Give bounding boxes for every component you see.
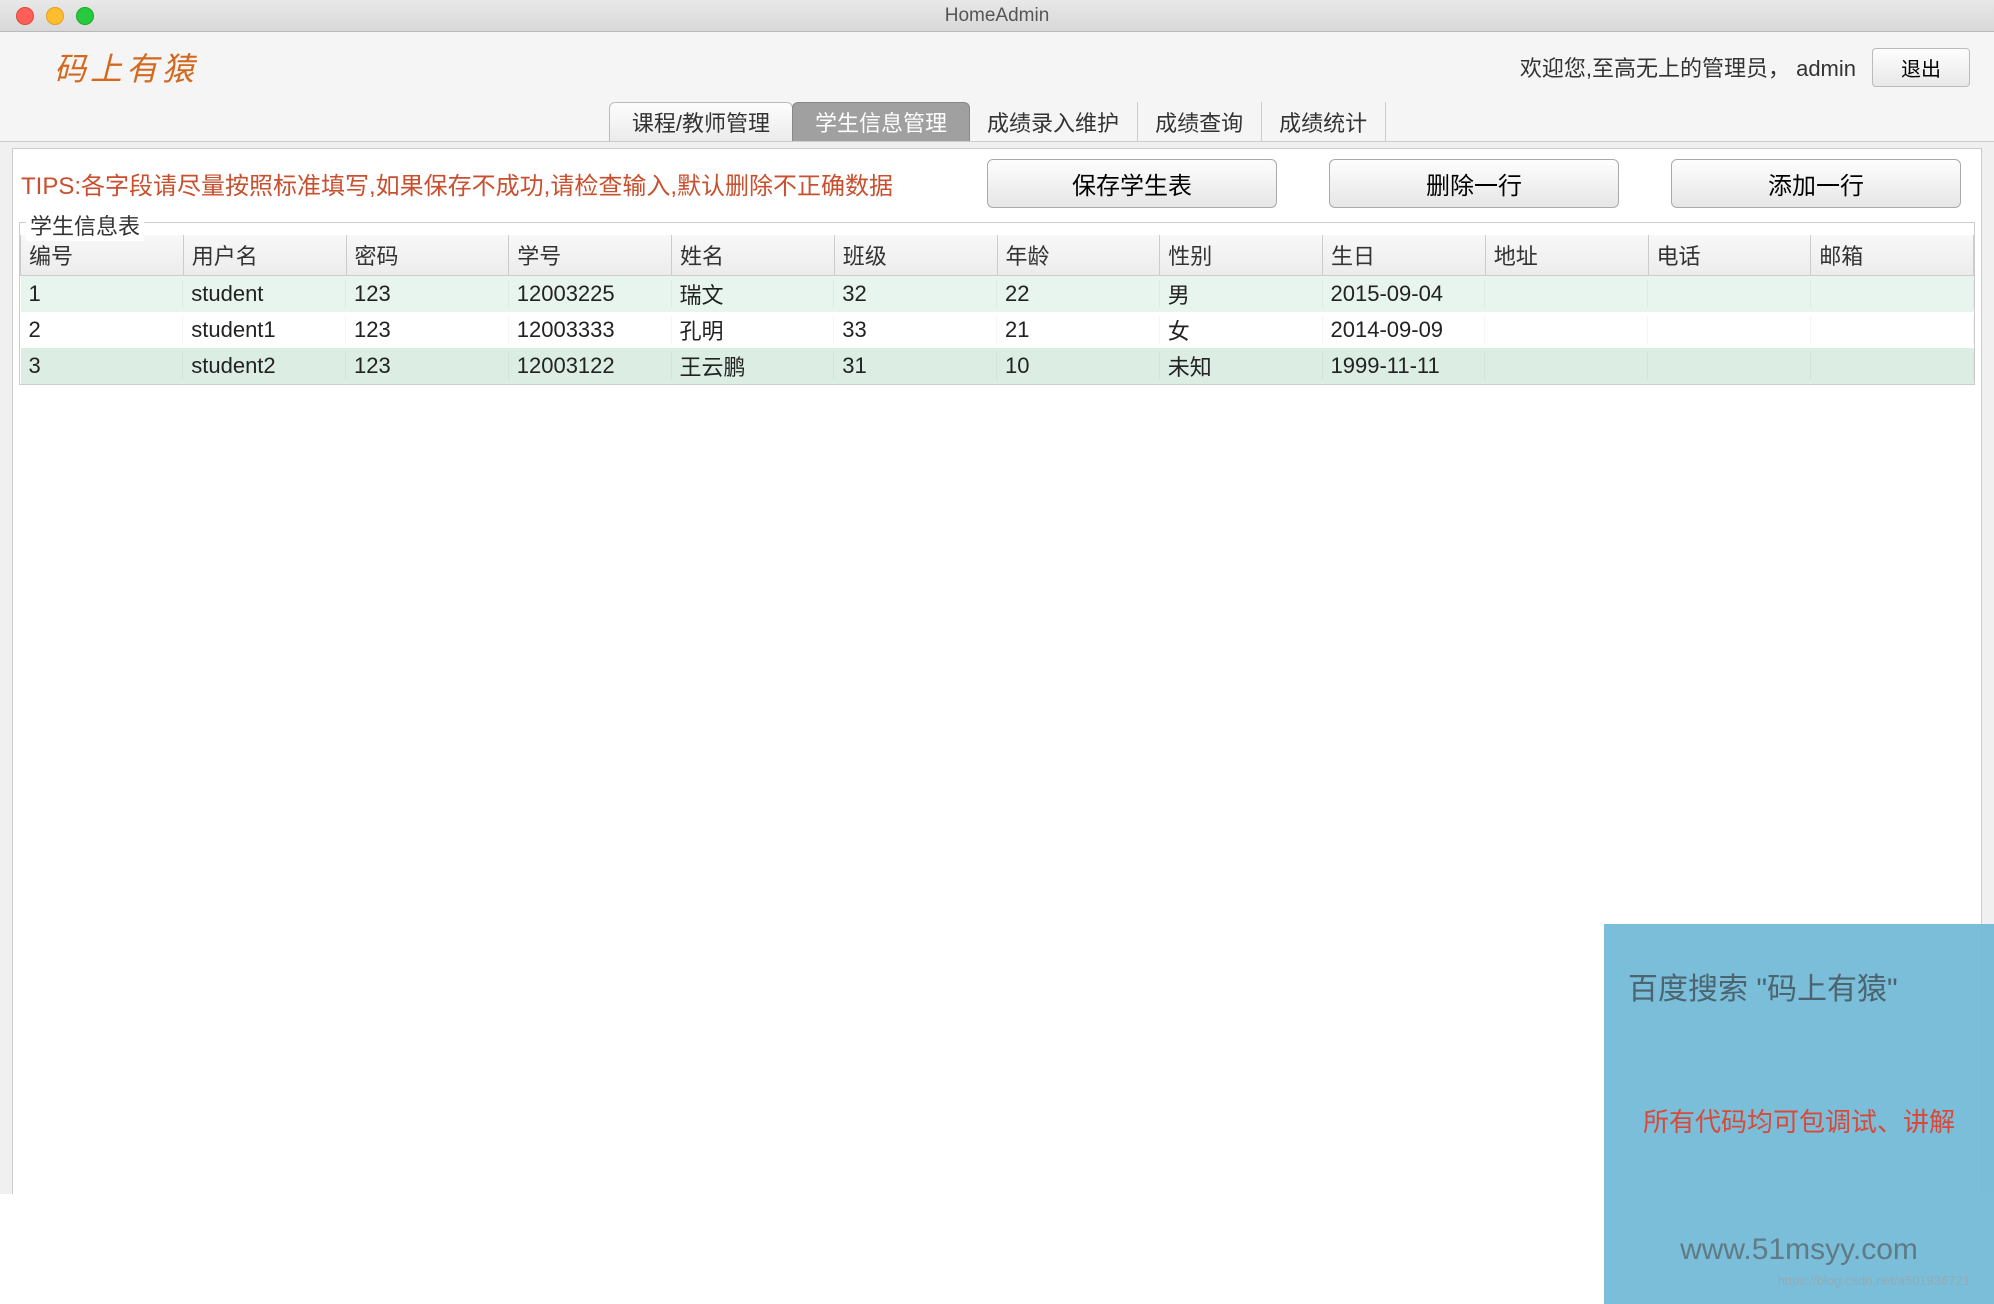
- cell-password[interactable]: 123: [346, 348, 509, 384]
- tab-student-info[interactable]: 学生信息管理: [792, 102, 970, 141]
- cell-gender[interactable]: 女: [1160, 312, 1323, 348]
- cell-birthday[interactable]: 2014-09-09: [1323, 312, 1486, 348]
- cell-class[interactable]: 31: [834, 348, 997, 384]
- cell-username[interactable]: student: [183, 276, 346, 313]
- cell-name[interactable]: 瑞文: [672, 276, 835, 313]
- window-title: HomeAdmin: [945, 5, 1050, 27]
- app-logo: 码上有猿: [54, 44, 198, 90]
- tab-course-teacher[interactable]: 课程/教师管理: [609, 102, 793, 141]
- col-name[interactable]: 姓名: [672, 235, 835, 276]
- col-id[interactable]: 编号: [21, 235, 184, 276]
- table-row[interactable]: 1student12312003225瑞文3222男2015-09-04: [21, 276, 1974, 313]
- cell-email[interactable]: [1811, 348, 1974, 384]
- logout-button[interactable]: 退出: [1872, 48, 1970, 87]
- col-age[interactable]: 年龄: [997, 235, 1160, 276]
- tab-score-entry[interactable]: 成绩录入维护: [969, 102, 1138, 141]
- cell-birthday[interactable]: 2015-09-04: [1323, 276, 1486, 313]
- col-password[interactable]: 密码: [346, 235, 509, 276]
- cell-phone[interactable]: [1648, 348, 1811, 384]
- welcome-text: 欢迎您,至高无上的管理员， admin: [1520, 51, 1856, 83]
- cell-id[interactable]: 1: [21, 276, 184, 313]
- cell-phone[interactable]: [1648, 276, 1811, 313]
- welcome-area: 欢迎您,至高无上的管理员， admin 退出: [1520, 48, 1970, 87]
- col-class[interactable]: 班级: [834, 235, 997, 276]
- cell-id[interactable]: 3: [21, 348, 184, 384]
- watermark-line2: 所有代码均可包调试、讲解: [1628, 1102, 1970, 1139]
- cell-username[interactable]: student1: [183, 312, 346, 348]
- traffic-lights: [0, 7, 94, 25]
- col-username[interactable]: 用户名: [183, 235, 346, 276]
- col-birthday[interactable]: 生日: [1323, 235, 1486, 276]
- tips-row: TIPS:各字段请尽量按照标准填写,如果保存不成功,请检查输入,默认删除不正确数…: [13, 149, 1981, 218]
- col-gender[interactable]: 性别: [1160, 235, 1323, 276]
- cell-class[interactable]: 32: [834, 276, 997, 313]
- watermark-line3: www.51msyy.com: [1628, 1233, 1970, 1267]
- window-close-button[interactable]: [16, 7, 34, 25]
- col-address[interactable]: 地址: [1485, 235, 1648, 276]
- save-table-button[interactable]: 保存学生表: [987, 159, 1277, 208]
- cell-email[interactable]: [1811, 276, 1974, 313]
- cell-id[interactable]: 2: [21, 312, 184, 348]
- titlebar: HomeAdmin: [0, 0, 1994, 32]
- table-header-row: 编号 用户名 密码 学号 姓名 班级 年龄 性别 生日 地址 电话 邮箱: [21, 235, 1974, 276]
- col-phone[interactable]: 电话: [1648, 235, 1811, 276]
- action-buttons: 保存学生表 删除一行 添加一行: [987, 159, 1961, 208]
- tabs: 课程/教师管理 学生信息管理 成绩录入维护 成绩查询 成绩统计: [609, 102, 1385, 141]
- col-email[interactable]: 邮箱: [1811, 235, 1974, 276]
- cell-address[interactable]: [1485, 276, 1648, 313]
- cell-sno[interactable]: 12003333: [509, 312, 672, 348]
- fieldset-legend: 学生信息表: [26, 209, 144, 241]
- tips-text: TIPS:各字段请尽量按照标准填写,如果保存不成功,请检查输入,默认删除不正确数…: [21, 166, 893, 201]
- cell-password[interactable]: 123: [346, 312, 509, 348]
- cell-age[interactable]: 22: [997, 276, 1160, 313]
- watermark-overlay: 百度搜索 "码上有猿" 所有代码均可包调试、讲解 www.51msyy.com …: [1604, 924, 1994, 1304]
- header: 码上有猿 欢迎您,至高无上的管理员， admin 退出: [0, 32, 1994, 102]
- cell-sno[interactable]: 12003225: [509, 276, 672, 313]
- delete-row-button[interactable]: 删除一行: [1329, 159, 1619, 208]
- window-maximize-button[interactable]: [76, 7, 94, 25]
- add-row-button[interactable]: 添加一行: [1671, 159, 1961, 208]
- tab-score-stats[interactable]: 成绩统计: [1261, 102, 1386, 141]
- cell-gender[interactable]: 男: [1160, 276, 1323, 313]
- cell-age[interactable]: 10: [997, 348, 1160, 384]
- cell-name[interactable]: 孔明: [672, 312, 835, 348]
- cell-birthday[interactable]: 1999-11-11: [1323, 348, 1486, 384]
- cell-username[interactable]: student2: [183, 348, 346, 384]
- cell-email[interactable]: [1811, 312, 1974, 348]
- watermark-line1: 百度搜索 "码上有猿": [1628, 964, 1970, 1008]
- table-row[interactable]: 3student212312003122王云鹏3110未知1999-11-11: [21, 348, 1974, 384]
- table-row[interactable]: 2student112312003333孔明3321女2014-09-09: [21, 312, 1974, 348]
- cell-age[interactable]: 21: [997, 312, 1160, 348]
- col-sno[interactable]: 学号: [509, 235, 672, 276]
- cell-sno[interactable]: 12003122: [509, 348, 672, 384]
- cell-phone[interactable]: [1648, 312, 1811, 348]
- cell-address[interactable]: [1485, 312, 1648, 348]
- username-label: admin: [1796, 56, 1856, 81]
- student-table-fieldset: 学生信息表 编号 用户名 密码 学号 姓名 班级 年龄 性别 生日 地址 电话 …: [19, 222, 1975, 385]
- tab-score-query[interactable]: 成绩查询: [1137, 102, 1262, 141]
- cell-gender[interactable]: 未知: [1160, 348, 1323, 384]
- student-table[interactable]: 编号 用户名 密码 学号 姓名 班级 年龄 性别 生日 地址 电话 邮箱 1st…: [20, 235, 1974, 384]
- window-minimize-button[interactable]: [46, 7, 64, 25]
- cell-password[interactable]: 123: [346, 276, 509, 313]
- cell-name[interactable]: 王云鹏: [672, 348, 835, 384]
- cell-class[interactable]: 33: [834, 312, 997, 348]
- watermark-small: https://blog.csdn.net/a501936721: [1628, 1273, 1970, 1288]
- cell-address[interactable]: [1485, 348, 1648, 384]
- tabs-row: 课程/教师管理 学生信息管理 成绩录入维护 成绩查询 成绩统计: [0, 102, 1994, 142]
